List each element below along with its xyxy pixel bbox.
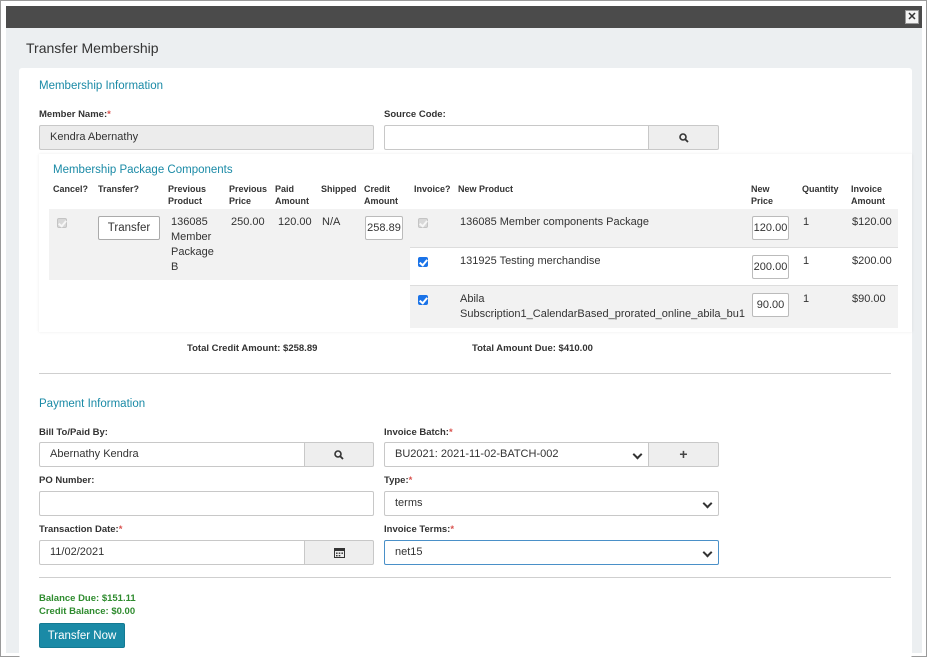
quantity-value-3: 1 bbox=[803, 293, 810, 305]
new-product-name-3: Abila Subscription1_CalendarBased_prorat… bbox=[460, 293, 745, 320]
search-icon bbox=[334, 450, 344, 460]
calendar-icon bbox=[333, 548, 345, 558]
header-shipped: Shipped bbox=[321, 184, 357, 194]
add-batch-button[interactable]: + bbox=[648, 442, 719, 467]
source-code-input[interactable] bbox=[384, 125, 649, 150]
window-frame: ✕ Transfer Membership Membership Informa… bbox=[0, 0, 927, 657]
invoice-amount-value-3: $90.00 bbox=[852, 293, 886, 305]
previous-product-text: 136085 Member Package B bbox=[171, 216, 214, 273]
transfer-button[interactable]: Transfer bbox=[98, 216, 160, 240]
new-product-name-2: 131925 Testing merchandise bbox=[460, 255, 601, 267]
components-heading: Membership Package Components bbox=[53, 164, 233, 176]
member-name-field: Kendra Abernathy bbox=[39, 125, 374, 150]
invoice-checkbox-1[interactable] bbox=[418, 218, 428, 228]
invoice-amount-value-1: $120.00 bbox=[852, 216, 892, 228]
plus-icon: + bbox=[679, 446, 688, 462]
invoice-batch-select[interactable]: BU2021: 2021-11-02-BATCH-002 bbox=[384, 442, 649, 467]
window-titlebar: ✕ bbox=[6, 6, 922, 28]
invoice-amount-value-2: $200.00 bbox=[852, 255, 892, 267]
header-new-price: New Price bbox=[751, 184, 774, 206]
header-new-product: New Product bbox=[458, 184, 514, 194]
paid-amount-value: 120.00 bbox=[278, 216, 312, 228]
invoice-terms-select[interactable]: net15 bbox=[384, 540, 719, 565]
payment-section-heading: Payment Information bbox=[39, 398, 146, 410]
header-cancel: Cancel? bbox=[53, 184, 89, 194]
date-picker-button[interactable] bbox=[304, 540, 374, 565]
credit-balance: Credit Balance: $0.00 bbox=[39, 606, 136, 617]
header-paid-amount: Paid Amount bbox=[275, 184, 309, 206]
shipped-value: N/A bbox=[322, 216, 341, 228]
bill-to-input[interactable]: Abernathy Kendra bbox=[39, 442, 305, 467]
previous-price-value: 250.00 bbox=[231, 216, 265, 228]
close-button[interactable]: ✕ bbox=[905, 10, 919, 24]
transaction-date-label: Transaction Date:* bbox=[39, 524, 123, 535]
credit-amount-input[interactable]: 258.89 bbox=[365, 216, 403, 240]
source-code-label: Source Code: bbox=[384, 109, 446, 120]
bill-to-label: Bill To/Paid By: bbox=[39, 427, 108, 438]
new-product-name-1: 136085 Member components Package bbox=[460, 216, 649, 228]
transfer-now-button[interactable]: Transfer Now bbox=[39, 623, 125, 648]
member-name-label: Member Name:* bbox=[39, 109, 111, 120]
close-icon: ✕ bbox=[907, 11, 917, 23]
new-price-input-3[interactable]: 90.00 bbox=[752, 293, 789, 317]
total-amount-due: Total Amount Due: $410.00 bbox=[472, 343, 593, 354]
header-quantity: Quantity bbox=[802, 184, 839, 194]
dialog-title: Transfer Membership bbox=[26, 40, 159, 56]
section-divider bbox=[39, 373, 891, 374]
transfer-form: Membership Information Member Name:* Ken… bbox=[19, 68, 912, 657]
quantity-value-1: 1 bbox=[803, 216, 810, 228]
header-previous-price: Previous Price bbox=[229, 184, 268, 206]
new-price-input-2[interactable]: 200.00 bbox=[752, 255, 789, 279]
header-previous-product: Previous Product bbox=[168, 184, 207, 206]
po-number-label: PO Number: bbox=[39, 475, 95, 486]
header-credit-amount: Credit Amount bbox=[364, 184, 398, 206]
invoice-batch-label: Invoice Batch:* bbox=[384, 427, 453, 438]
balance-due: Balance Due: $151.11 bbox=[39, 593, 136, 604]
bill-to-search-button[interactable] bbox=[304, 442, 374, 467]
chevron-down-icon bbox=[702, 498, 713, 509]
section-divider bbox=[39, 577, 891, 578]
source-code-search-button[interactable] bbox=[648, 125, 719, 150]
total-credit-amount: Total Credit Amount: $258.89 bbox=[187, 343, 318, 354]
header-transfer: Transfer? bbox=[98, 184, 140, 194]
chevron-down-icon bbox=[632, 449, 643, 460]
header-invoice: Invoice? bbox=[414, 184, 451, 194]
quantity-value-2: 1 bbox=[803, 255, 810, 267]
new-price-input-1[interactable]: 120.00 bbox=[752, 216, 789, 240]
package-components-panel: Membership Package Components Cancel? Tr… bbox=[39, 154, 912, 332]
invoice-terms-label: Invoice Terms:* bbox=[384, 524, 455, 535]
transaction-date-input[interactable]: 11/02/2021 bbox=[39, 540, 305, 565]
cancel-checkbox[interactable] bbox=[57, 218, 67, 228]
type-select[interactable]: terms bbox=[384, 491, 719, 516]
header-invoice-amount: Invoice Amount bbox=[851, 184, 885, 206]
membership-section-heading: Membership Information bbox=[39, 80, 163, 92]
transfer-dialog: Transfer Membership Membership Informati… bbox=[6, 28, 922, 657]
invoice-checkbox-2[interactable] bbox=[418, 257, 428, 267]
search-icon bbox=[678, 133, 689, 143]
po-number-input[interactable] bbox=[39, 491, 374, 516]
invoice-checkbox-3[interactable] bbox=[418, 295, 428, 305]
type-label: Type:* bbox=[384, 475, 413, 486]
chevron-down-icon bbox=[702, 547, 713, 558]
